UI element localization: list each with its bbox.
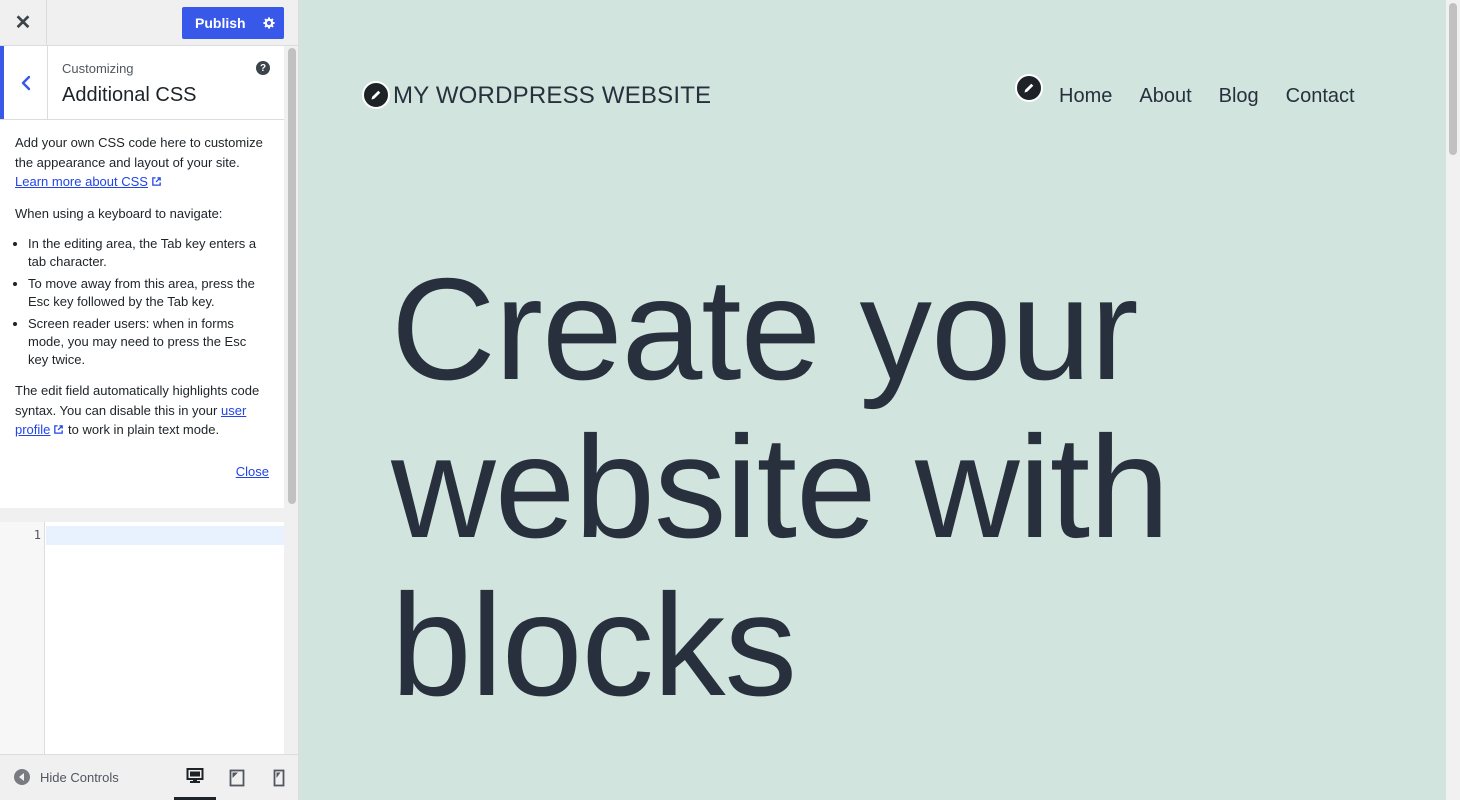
keyboard-heading: When using a keyboard to navigate:	[15, 205, 223, 221]
description-intro: Add your own CSS code here to customize …	[15, 133, 269, 192]
gear-icon	[263, 17, 275, 29]
primary-navigation: Home About Blog Contact	[1059, 85, 1382, 108]
hide-controls-button[interactable]: Hide Controls	[14, 769, 119, 785]
close-icon: ✕	[14, 12, 32, 34]
list-item: Screen reader users: when in forms mode,…	[28, 315, 269, 369]
hide-controls-label: Hide Controls	[40, 769, 119, 785]
edit-site-title-shortcut[interactable]	[362, 81, 390, 109]
code-line[interactable]	[46, 526, 284, 545]
edit-menu-shortcut[interactable]	[1015, 74, 1043, 102]
chevron-left-icon	[21, 75, 30, 90]
line-gutter: 1	[0, 522, 45, 754]
nav-item-about[interactable]: About	[1139, 85, 1191, 108]
list-item: In the editing area, the Tab key enters …	[28, 235, 269, 271]
desktop-preview-button[interactable]	[174, 755, 216, 800]
help-icon[interactable]: ?	[256, 61, 270, 75]
keyboard-tips-list: In the editing area, the Tab key enters …	[15, 235, 269, 369]
site-preview: MY WORDPRESS WEBSITE Home About Blog Con…	[299, 0, 1446, 800]
sidebar-scrollbar[interactable]	[286, 46, 298, 754]
breadcrumb: Customizing	[62, 61, 134, 76]
css-code-editor[interactable]: 1	[0, 522, 284, 754]
nav-item-home[interactable]: Home	[1059, 85, 1112, 108]
line-number: 1	[33, 528, 41, 542]
nav-item-blog[interactable]: Blog	[1219, 85, 1259, 108]
learn-more-css-link[interactable]: Learn more about CSS	[15, 174, 162, 189]
tablet-icon	[229, 769, 245, 786]
pencil-icon	[371, 90, 381, 100]
highlight-note: The edit field automatically highlights …	[15, 381, 269, 440]
section-title: Additional CSS	[62, 84, 197, 106]
scrollbar-thumb[interactable]	[1449, 3, 1457, 155]
highlight-text-after: to work in plain text mode.	[68, 422, 220, 437]
mobile-icon	[273, 769, 285, 786]
intro-text: Add your own CSS code here to customize …	[15, 135, 263, 170]
close-description-link[interactable]: Close	[236, 462, 269, 482]
scrollbar-thumb[interactable]	[288, 48, 296, 504]
arrow-left-circle-icon	[14, 769, 30, 785]
tablet-preview-button[interactable]	[216, 755, 258, 800]
customizer-sidebar: ✕ Publish Customizing Additional CSS ? A…	[0, 0, 299, 800]
hero-heading: Create your website with blocks	[391, 248, 1170, 726]
close-customizer-button[interactable]: ✕	[0, 0, 47, 45]
learn-more-label: Learn more about CSS	[15, 174, 148, 189]
external-link-icon	[152, 177, 161, 186]
list-item: To move away from this area, press the E…	[28, 275, 269, 311]
preview-scrollbar[interactable]	[1446, 0, 1460, 800]
publish-settings-button[interactable]	[254, 7, 284, 39]
external-link-icon	[54, 425, 64, 434]
site-title[interactable]: MY WORDPRESS WEBSITE	[393, 82, 711, 110]
publish-button[interactable]: Publish	[182, 15, 254, 31]
customizer-header: ✕ Publish	[0, 0, 298, 46]
customizer-footer: Hide Controls	[0, 754, 298, 800]
back-button[interactable]	[0, 46, 48, 119]
mobile-preview-button[interactable]	[258, 755, 300, 800]
nav-item-contact[interactable]: Contact	[1286, 85, 1355, 108]
pencil-icon	[1024, 83, 1034, 93]
publish-group: Publish	[182, 7, 284, 39]
section-header: Customizing Additional CSS ?	[0, 46, 284, 120]
css-description: Add your own CSS code here to customize …	[0, 120, 284, 508]
desktop-icon	[186, 768, 204, 783]
divider	[0, 508, 284, 522]
